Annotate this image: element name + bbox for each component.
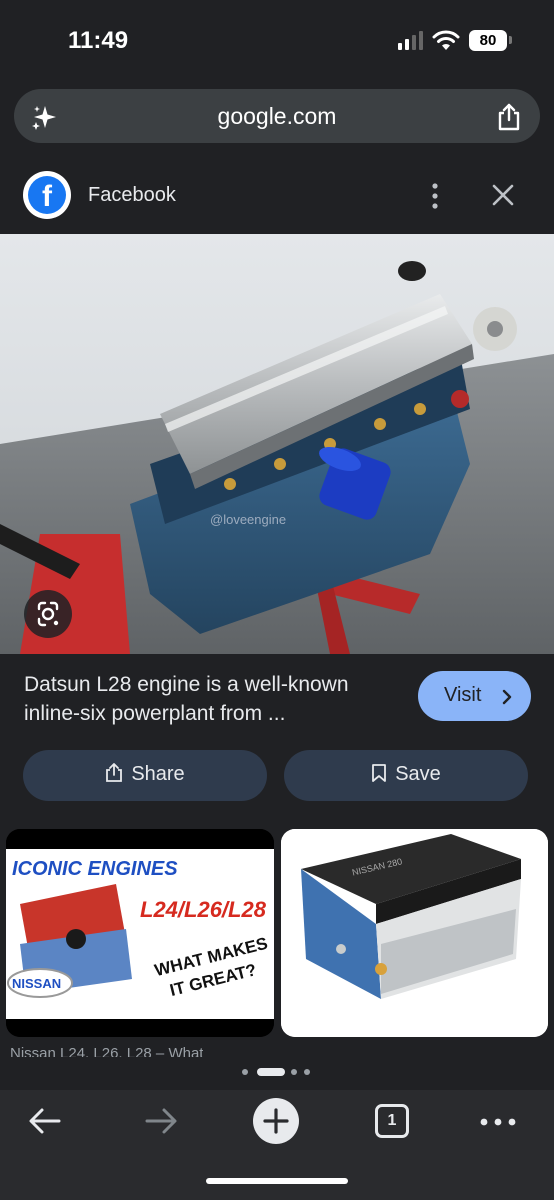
visit-button[interactable]: Visit xyxy=(418,671,531,721)
close-icon[interactable] xyxy=(490,182,516,208)
save-label: Save xyxy=(395,763,441,785)
save-button[interactable]: Save xyxy=(284,750,528,801)
cellular-signal-icon xyxy=(398,31,423,50)
source-bar: f Facebook xyxy=(0,158,554,234)
back-icon[interactable] xyxy=(27,1106,63,1136)
url-text[interactable]: google.com xyxy=(14,103,540,130)
engine-photo: @loveengine xyxy=(0,234,554,654)
carousel-dot xyxy=(291,1069,297,1075)
visit-label: Visit xyxy=(444,684,482,706)
lens-icon xyxy=(37,601,59,627)
wifi-icon xyxy=(432,30,460,50)
source-name[interactable]: Facebook xyxy=(88,184,176,207)
share-label: Share xyxy=(131,763,185,785)
iconic-engines-thumbnail: ICONIC ENGINES L24/L26/L28 WHAT MAKES IT… xyxy=(6,829,274,1037)
facebook-logo-letter: f xyxy=(28,176,66,214)
share-icon[interactable] xyxy=(496,103,522,131)
carousel-dot xyxy=(304,1069,310,1075)
address-bar[interactable]: google.com xyxy=(14,89,540,143)
thumb-title-line2: L24/L26/L28 xyxy=(140,897,267,922)
share-button[interactable]: Share xyxy=(23,750,267,801)
more-horiz-icon[interactable] xyxy=(480,1118,516,1126)
l28-engine-thumbnail: NISSAN 280 xyxy=(281,829,548,1037)
battery-tip xyxy=(509,36,512,44)
status-bar: 11:49 80 xyxy=(0,0,554,80)
facebook-logo: f xyxy=(23,171,71,219)
forward-icon[interactable] xyxy=(143,1106,179,1136)
nissan-logo-text: NISSAN xyxy=(12,976,61,991)
new-tab-icon xyxy=(263,1108,289,1134)
carousel-dot-active xyxy=(257,1068,285,1076)
home-indicator xyxy=(206,1178,348,1184)
carousel-indicator xyxy=(240,1067,320,1077)
carousel-dot xyxy=(242,1069,248,1075)
main-result-image[interactable]: @loveengine xyxy=(0,234,554,654)
related-caption[interactable]: Nissan L24, L26, L28 – What xyxy=(10,1045,203,1057)
watermark: @loveengine xyxy=(210,512,286,527)
status-time: 11:49 xyxy=(68,27,129,54)
bookmark-icon xyxy=(372,764,387,782)
share-icon xyxy=(106,763,123,782)
tabs-icon[interactable]: 1 xyxy=(375,1104,409,1138)
related-thumbnail-right[interactable]: NISSAN 280 xyxy=(281,829,548,1037)
battery-indicator: 80 xyxy=(469,30,507,51)
more-vert-icon[interactable] xyxy=(424,182,446,210)
new-tab-button[interactable] xyxy=(253,1098,299,1144)
related-thumbnail-left[interactable]: ICONIC ENGINES L24/L26/L28 WHAT MAKES IT… xyxy=(6,829,274,1037)
result-caption[interactable]: Datsun L28 engine is a well-known inline… xyxy=(24,670,404,728)
lens-search-button[interactable] xyxy=(24,590,72,638)
thumb-title-line1: ICONIC ENGINES xyxy=(12,858,178,880)
chevron-right-icon xyxy=(502,689,512,705)
